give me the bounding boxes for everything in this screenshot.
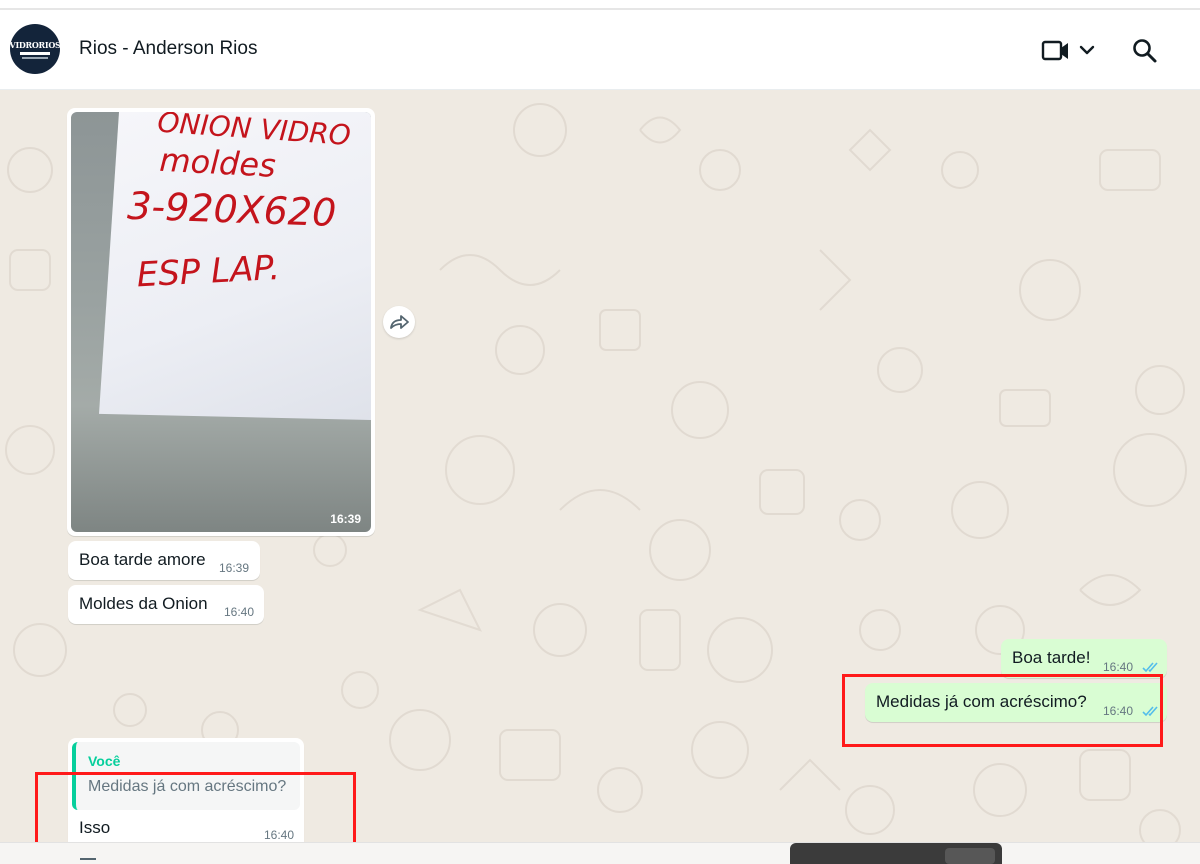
- incoming-message[interactable]: Boa tarde amore 16:39: [68, 541, 260, 580]
- toolbar-button[interactable]: [945, 848, 995, 864]
- search-icon: [1133, 39, 1157, 63]
- message-time: 16:39: [330, 512, 361, 526]
- attach-icon[interactable]: [80, 858, 96, 864]
- forward-button[interactable]: [383, 306, 415, 338]
- contact-avatar[interactable]: VIDRORIOS: [10, 24, 60, 74]
- highlight-box: [842, 674, 1163, 747]
- message-text: Boa tarde amore: [79, 550, 206, 569]
- message-text: Moldes da Onion: [79, 594, 208, 613]
- message-time: 16:40: [224, 605, 255, 619]
- handwriting-line-2: moldes: [159, 141, 277, 185]
- outgoing-message[interactable]: Boa tarde! 16:40: [1001, 639, 1167, 678]
- contact-name[interactable]: Rios - Anderson Rios: [79, 38, 257, 60]
- chat-header: VIDRORIOS Rios - Anderson Rios: [0, 10, 1200, 90]
- composer-bar[interactable]: [0, 842, 1200, 864]
- handwriting-line-3: 3-920X620: [127, 184, 337, 235]
- message-time: 16:39: [219, 561, 250, 575]
- video-call-button[interactable]: [1040, 38, 1102, 66]
- chevron-down-icon: [1079, 45, 1095, 55]
- search-button[interactable]: [1130, 36, 1160, 66]
- video-call-icon: [1041, 40, 1095, 61]
- floating-toolbar[interactable]: [790, 843, 1002, 864]
- photo-handwriting: ONION VIDRO moldes 3-920X620 ESP LAP.: [127, 112, 352, 295]
- image-message[interactable]: ONION VIDRO moldes 3-920X620 ESP LAP. 16…: [67, 108, 375, 536]
- read-ticks-icon: [1142, 662, 1158, 673]
- quoted-author: Você: [88, 753, 121, 769]
- avatar-logo-text: VIDRORIOS: [10, 39, 60, 50]
- message-photo[interactable]: ONION VIDRO moldes 3-920X620 ESP LAP. 16…: [71, 112, 371, 532]
- message-time: 16:40: [1103, 660, 1134, 674]
- handwriting-line-4: ESP LAP.: [136, 248, 281, 295]
- avatar-logo-bar: [20, 51, 50, 55]
- message-text: Boa tarde!: [1012, 648, 1091, 667]
- forward-icon: [390, 315, 409, 329]
- avatar-logo-subbar: [22, 56, 48, 59]
- incoming-message[interactable]: Moldes da Onion 16:40: [68, 585, 264, 624]
- window-top-strip: [0, 0, 1200, 10]
- chat-panel[interactable]: ONION VIDRO moldes 3-920X620 ESP LAP. 16…: [0, 90, 1200, 864]
